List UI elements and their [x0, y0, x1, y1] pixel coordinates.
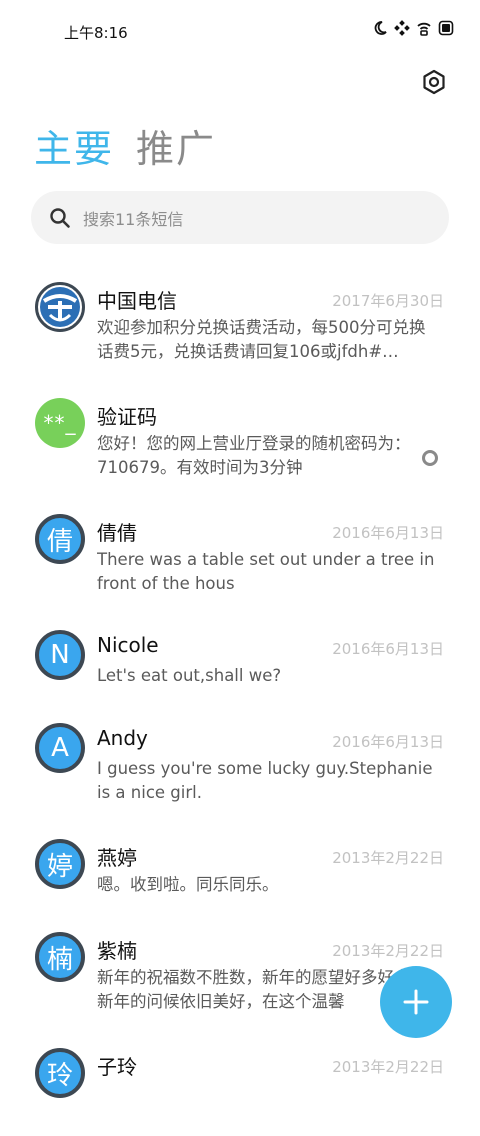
conversation-date: 2016年6月13日 [332, 640, 444, 658]
tab-bar: 主要 推广 [34, 118, 216, 173]
conversation-name: Andy [97, 726, 148, 750]
conversation-date: 2017年6月30日 [332, 292, 444, 310]
avatar: 楠 [35, 932, 85, 982]
conversation-preview: Let's eat out,shall we? [97, 666, 282, 685]
moon-icon [372, 20, 388, 36]
search-placeholder: 搜索11条短信 [83, 209, 184, 229]
conversation-item[interactable]: A Andy 2016年6月13日 I guess you're some lu… [0, 711, 480, 811]
conversation-date: 2013年2月22日 [332, 942, 444, 960]
telecom-logo-icon [35, 282, 85, 332]
conversation-date: 2016年6月13日 [332, 733, 444, 751]
signal-diamond-icon [394, 20, 410, 36]
avatar: **_ [35, 398, 85, 448]
avatar: 倩 [35, 514, 85, 564]
settings-button[interactable] [418, 66, 450, 98]
conversation-date: 2013年2月22日 [332, 1058, 444, 1076]
avatar: N [35, 630, 85, 680]
conversation-item[interactable]: 中国电信 2017年6月30日 欢迎参加积分兑换话费活动，每500分可兑换话费5… [0, 270, 480, 370]
conversation-item[interactable]: 婷 燕婷 2013年2月22日 嗯。收到啦。同乐同乐。 [0, 827, 480, 927]
conversation-date: 2013年2月22日 [332, 849, 444, 867]
status-time: 上午8:16 [64, 24, 128, 42]
status-bar: 上午8:16 [0, 0, 480, 62]
tab-primary[interactable]: 主要 [34, 118, 114, 173]
unread-dot-icon [422, 450, 438, 466]
conversation-item[interactable]: 玲 子玲 2013年2月22日 [0, 1036, 480, 1136]
status-icons [372, 20, 454, 36]
conversation-preview: There was a table set out under a tree i… [97, 550, 435, 593]
conversation-preview: 嗯。收到啦。同乐同乐。 [97, 875, 279, 894]
avatar: 婷 [35, 839, 85, 889]
conversation-name: 燕婷 [97, 846, 137, 870]
conversation-name: 中国电信 [97, 289, 177, 313]
conversation-item[interactable]: 倩 倩倩 2016年6月13日 There was a table set ou… [0, 502, 480, 602]
conversation-name: 验证码 [97, 405, 157, 429]
avatar: 玲 [35, 1048, 85, 1098]
tab-promo[interactable]: 推广 [136, 118, 216, 173]
settings-icon [423, 69, 445, 95]
avatar: A [35, 723, 85, 773]
conversation-name: Nicole [97, 633, 159, 657]
conversation-item[interactable]: **_ 验证码 您好！您的网上营业厅登录的随机密码为：710679。有效时间为3… [0, 386, 480, 486]
wifi-icon [416, 20, 432, 36]
battery-icon [438, 20, 454, 36]
conversation-preview: I guess you're some lucky guy.Stephanie … [97, 759, 433, 802]
conversation-preview: 您好！您的网上营业厅登录的随机密码为：710679。有效时间为3分钟 [97, 434, 411, 477]
conversation-preview: 欢迎参加积分兑换话费活动，每500分可兑换话费5元，兑换话费请回复106或jfd… [97, 318, 426, 361]
search-input[interactable]: 搜索11条短信 [31, 191, 449, 244]
plus-icon [403, 989, 429, 1015]
conversation-item[interactable]: N Nicole 2016年6月13日 Let's eat out,shall … [0, 618, 480, 718]
conversation-date: 2016年6月13日 [332, 524, 444, 542]
conversation-name: 倩倩 [97, 521, 137, 545]
search-icon [50, 207, 70, 228]
new-message-button[interactable] [380, 966, 452, 1038]
conversation-name: 紫楠 [97, 939, 137, 963]
